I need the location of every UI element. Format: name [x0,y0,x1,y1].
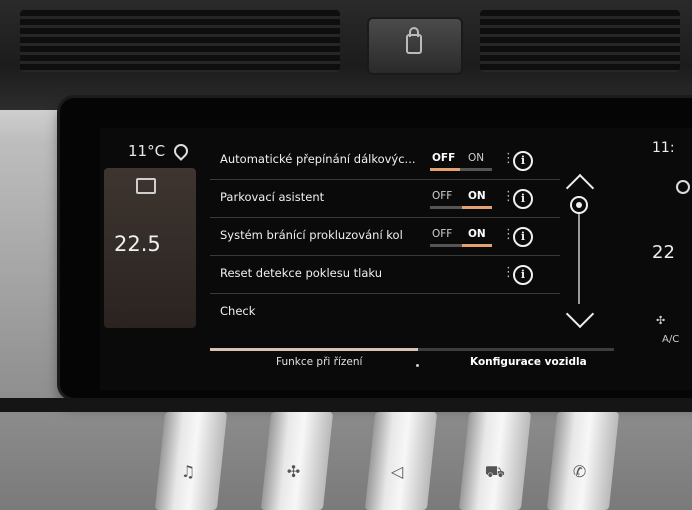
info-icon[interactable]: i [513,151,533,171]
setting-row-traction-control[interactable]: Systém bránící prokluzování kol OFF ON ⋮… [210,218,560,256]
tab-separator [416,364,419,367]
setting-label: Systém bránící prokluzování kol [220,228,403,242]
toggle-off-option[interactable]: OFF [432,190,452,202]
scroll-track[interactable] [578,204,580,304]
toggle-traction-control[interactable]: OFF ON [430,228,496,247]
clock-partial: 11: [652,140,675,156]
toggle-auto-high-beam[interactable]: OFF ON [430,152,496,171]
navigation-icon: ◁ [390,462,404,481]
piano-keys: ♫ ✣ ◁ ⛟ ✆ [0,404,692,510]
air-recirculation-icon[interactable] [136,178,156,194]
climate-right-panel: 11: 22 ✣ A/C [652,138,692,378]
infotainment-screen: 11°C 22.5 Automatické přepínání dálkovýc… [100,128,692,390]
phone-key[interactable]: ✆ [546,412,620,510]
scroll-control [562,170,602,340]
toggle-indicator [430,168,492,171]
left-air-vent [20,10,340,72]
right-air-vent [480,10,680,72]
cabin-temperature[interactable]: 22.5 [114,232,161,256]
connectivity-icon [676,180,690,194]
music-note-icon: ♫ [180,462,196,481]
tab-driving-functions[interactable]: Funkce při řízení [276,356,362,368]
toggle-parking-assist[interactable]: OFF ON [430,190,496,209]
setting-label: Automatické přepínání dálkovýc... [220,152,416,166]
outside-temperature: 11°C [128,142,166,160]
toggle-off-option[interactable]: OFF [432,152,455,164]
toggle-on-option[interactable]: ON [468,228,486,240]
climate-left-panel: 11°C 22.5 [100,128,200,390]
ac-label[interactable]: A/C [662,334,679,345]
setting-label: Reset detekce poklesu tlaku [220,266,382,280]
setting-row-parking-assist[interactable]: Parkovací asistent OFF ON ⋮ i [210,180,560,218]
setting-label: Parkovací asistent [220,190,325,204]
toggle-indicator [430,244,492,247]
car-icon: ⛟ [484,462,505,481]
climate-key[interactable]: ✣ [260,412,334,510]
dashboard-top [0,0,692,110]
scroll-thumb[interactable] [570,196,588,214]
vehicle-key[interactable]: ⛟ [458,412,532,510]
location-pin-icon [171,141,191,161]
lock-icon [406,27,422,54]
passenger-temperature[interactable]: 22 [652,242,675,263]
scroll-down-icon[interactable] [565,299,595,329]
media-key[interactable]: ♫ [154,412,228,510]
setting-row-pressure-reset[interactable]: Reset detekce poklesu tlaku ⋮ i [210,256,560,294]
tab-vehicle-configuration[interactable]: Konfigurace vozidla [470,356,587,368]
navigation-key[interactable]: ◁ [364,412,438,510]
setting-row-auto-high-beam[interactable]: Automatické přepínání dálkovýc... OFF ON… [210,142,560,180]
toggle-indicator [430,206,492,209]
info-icon[interactable]: i [513,189,533,209]
toggle-off-option[interactable]: OFF [432,228,452,240]
setting-row-check[interactable]: Check [210,294,560,331]
toggle-on-option[interactable]: ON [468,152,484,164]
settings-list: Automatické přepínání dálkovýc... OFF ON… [210,142,560,331]
tab-indicator [210,348,614,351]
setting-label: Check [220,304,256,318]
fan-icon[interactable]: ✣ [656,314,665,327]
fan-icon: ✣ [286,462,301,481]
toggle-on-option[interactable]: ON [468,190,486,202]
info-icon[interactable]: i [513,227,533,247]
phone-icon: ✆ [572,462,587,481]
info-icon[interactable]: i [513,265,533,285]
